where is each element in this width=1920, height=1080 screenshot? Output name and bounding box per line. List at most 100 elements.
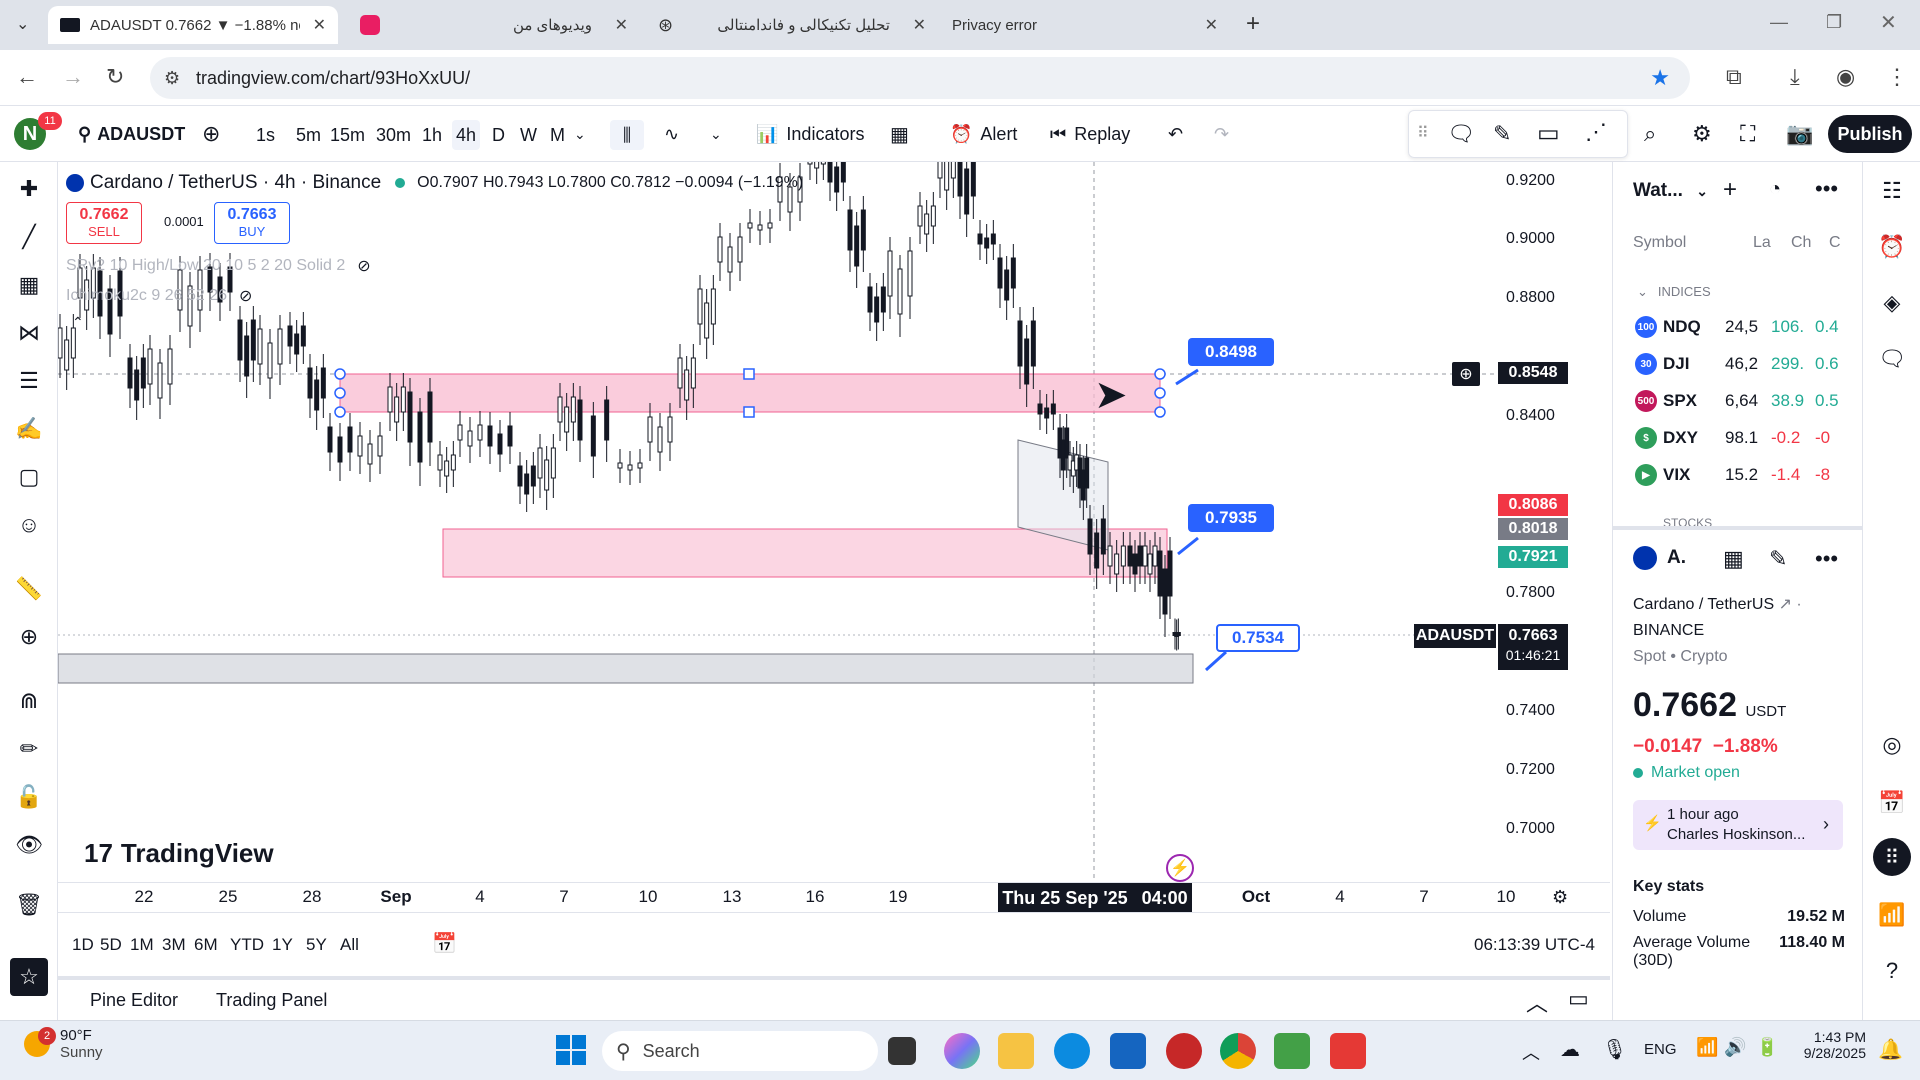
calendar-icon[interactable]: 📅 — [1877, 788, 1907, 818]
signal-icon[interactable]: 📶 — [1877, 900, 1907, 930]
range-1m[interactable]: 1M — [130, 935, 154, 955]
menu-icon[interactable]: ⋮ — [1886, 64, 1908, 90]
emoji-icon[interactable]: ☺ — [14, 510, 44, 540]
pattern-icon[interactable]: ⋰ — [1585, 119, 1607, 145]
reload-icon[interactable]: ↻ — [106, 64, 124, 90]
range-3m[interactable]: 3M — [162, 935, 186, 955]
replay-button[interactable]: ⏮ Replay — [1050, 106, 1130, 162]
key-stats-heading[interactable]: Key stats — [1633, 878, 1704, 896]
weather-widget[interactable]: 90°F Sunny — [24, 1027, 103, 1061]
section-stocks[interactable]: STOCKS — [1637, 516, 1712, 526]
range-1d[interactable]: 1D — [72, 935, 94, 955]
watchlist-row-vix[interactable]: ▶ VIX 15.2 -1.4 -8 — [1635, 460, 1855, 490]
legend-title[interactable]: Cardano / TetherUS · 4h · Binance O0.790… — [66, 172, 803, 194]
rectangle-icon[interactable]: ▭ — [1537, 119, 1560, 148]
magnet-icon[interactable]: ⋒ — [14, 686, 44, 716]
watchlist-row-ndq[interactable]: 100 NDQ 24,5 106. 0.4 — [1635, 312, 1855, 342]
tab-pine-editor[interactable]: Pine Editor — [90, 990, 178, 1011]
watchlist-title-dropdown[interactable]: Wat... ⌄ — [1633, 180, 1708, 202]
trash-icon[interactable]: 🗑 — [14, 890, 44, 920]
url-field[interactable]: ⚙ tradingview.com/chart/93HoXxUU/ ★ — [150, 57, 1690, 99]
advanced-view-icon[interactable]: ◔ — [1769, 178, 1781, 201]
fullscreen-icon[interactable]: ⛶ — [1740, 106, 1755, 162]
range-5y[interactable]: 5Y — [306, 935, 327, 955]
templates-icon[interactable]: ▦ — [890, 106, 909, 162]
watchlist-row-dji[interactable]: 30 DJI 46,2 299. 0.6 — [1635, 349, 1855, 379]
brush-tool-icon[interactable]: ✍ — [14, 414, 44, 444]
watchlist-row-dxy[interactable]: $ DXY 98.1 -0.2 -0 — [1635, 423, 1855, 453]
notification-bell-icon[interactable]: 🔔 — [1878, 1037, 1903, 1062]
close-icon[interactable]: ✕ — [615, 15, 628, 35]
timeframe-4h[interactable]: 4h — [452, 120, 481, 150]
minimize-icon[interactable]: — — [1770, 12, 1788, 33]
taskbar-search[interactable]: ⚲ Search — [602, 1031, 878, 1071]
range-all[interactable]: All — [340, 935, 359, 955]
range-ytd[interactable]: YTD — [230, 935, 264, 955]
publish-button[interactable]: Publish — [1828, 115, 1912, 153]
lightning-icon[interactable]: ⚡ — [1166, 854, 1194, 882]
back-icon[interactable]: ← — [16, 64, 38, 90]
compare-symbol-icon[interactable]: ⊕ — [202, 106, 220, 162]
tab-tradingview[interactable]: ADAUSDT 0.7662 ▼ −1.88% no ✕ — [48, 6, 338, 44]
chart-style-dropdown-icon[interactable]: ⌄ — [710, 106, 722, 162]
time-axis[interactable]: 22 25 28 Sep 4 7 10 13 16 19 Oct 4 7 10 Thu 25 Sep '2… — [58, 882, 1610, 912]
line-style-icon[interactable]: ∿ — [664, 106, 679, 162]
edit-note-icon[interactable]: ✎ — [1769, 546, 1787, 572]
watchlist-row-spx[interactable]: 500 SPX 6,64 38.9 0.5 — [1635, 386, 1855, 416]
candles-style-icon[interactable]: ⫼ — [610, 120, 644, 150]
news-card[interactable]: ⚡ 1 hour ago Charles Hoskinson... › — [1633, 800, 1843, 850]
callout-label-top[interactable]: 0.8498 — [1188, 338, 1274, 366]
forecast-icon[interactable]: ☰ — [14, 366, 44, 396]
hidden-eye-icon[interactable]: ⊘ — [357, 256, 370, 276]
app-p-icon[interactable] — [1166, 1033, 1202, 1069]
timeframe-5m[interactable]: 5m — [292, 120, 325, 150]
timeframe-D[interactable]: D — [488, 120, 509, 150]
brush-icon[interactable]: ✎ — [1493, 121, 1511, 147]
start-button[interactable] — [556, 1035, 586, 1065]
microphone-icon[interactable]: 🎙 — [1602, 1037, 1627, 1062]
close-icon[interactable]: ✕ — [313, 15, 326, 35]
range-6m[interactable]: 6M — [194, 935, 218, 955]
indicators-button[interactable]: 📊 Indicators — [756, 106, 864, 162]
camtasia-red-icon[interactable] — [1330, 1033, 1366, 1069]
indicator-legend-ichimoku[interactable]: Ichimoku2c 9 26 52 26 ⊘ — [66, 286, 252, 306]
calendar-range-icon[interactable]: 📅 — [432, 931, 457, 956]
edge-icon[interactable] — [1054, 1033, 1090, 1069]
battery-icon[interactable]: 🔋 — [1756, 1037, 1778, 1058]
text-tool-icon[interactable]: ▢ — [14, 462, 44, 492]
volume-icon[interactable]: 🔊 — [1724, 1037, 1746, 1058]
crosshair-icon[interactable]: ✚ — [14, 174, 44, 204]
demand-zone[interactable] — [58, 653, 1194, 684]
eye-icon[interactable]: 👁 — [14, 830, 44, 860]
target-icon[interactable]: ◎ — [1877, 730, 1907, 760]
settings-icon[interactable]: ⚙ — [1692, 106, 1712, 162]
trend-line-icon[interactable]: ╱ — [14, 222, 44, 252]
file-explorer-icon[interactable] — [998, 1033, 1034, 1069]
price-axis[interactable]: 0.9200 0.9000 0.8800 0.8400 0.7800 0.7400 0.72… — [1414, 162, 1610, 902]
ruler-icon[interactable]: 📏 — [14, 574, 44, 604]
site-info-icon[interactable]: ⚙ — [164, 68, 180, 89]
axis-settings-icon[interactable]: ⚙ — [1552, 887, 1568, 908]
wifi-icon[interactable]: 📶 — [1696, 1037, 1718, 1058]
drag-handle-icon[interactable]: ⠿ — [1417, 123, 1429, 143]
callout-icon[interactable]: 🗨 — [1447, 121, 1475, 147]
watchlist-star-icon[interactable]: ☆ — [10, 958, 48, 996]
details-symbol[interactable]: A. — [1633, 546, 1686, 570]
callout-label-mid[interactable]: 0.7935 — [1188, 504, 1274, 532]
panel-divider[interactable] — [1613, 526, 1863, 530]
crosshair-price-add-icon[interactable]: ⊕ — [1452, 362, 1480, 386]
close-icon[interactable]: ✕ — [913, 15, 926, 35]
sell-button[interactable]: 0.7662 SELL — [66, 202, 142, 244]
tab-analysis[interactable]: ⊛ تحلیل تکنیکالی و فاندامنتالی ✕ — [648, 6, 938, 44]
restore-icon[interactable]: ❐ — [1826, 12, 1842, 33]
store-icon[interactable] — [1110, 1033, 1146, 1069]
timeframe-30m[interactable]: 30m — [372, 120, 415, 150]
clock-label[interactable]: 06:13:39 UTC-4 — [1474, 935, 1595, 955]
alert-button[interactable]: ⏰ Alert — [950, 106, 1017, 162]
camtasia-green-icon[interactable] — [1274, 1033, 1310, 1069]
collapse-legend-icon[interactable]: ⌃ — [72, 314, 84, 331]
chrome-icon[interactable] — [1220, 1033, 1256, 1069]
add-symbol-icon[interactable]: + — [1723, 176, 1737, 204]
patterns-icon[interactable]: ⋈ — [14, 318, 44, 348]
bookmark-star-icon[interactable]: ★ — [1650, 65, 1670, 91]
